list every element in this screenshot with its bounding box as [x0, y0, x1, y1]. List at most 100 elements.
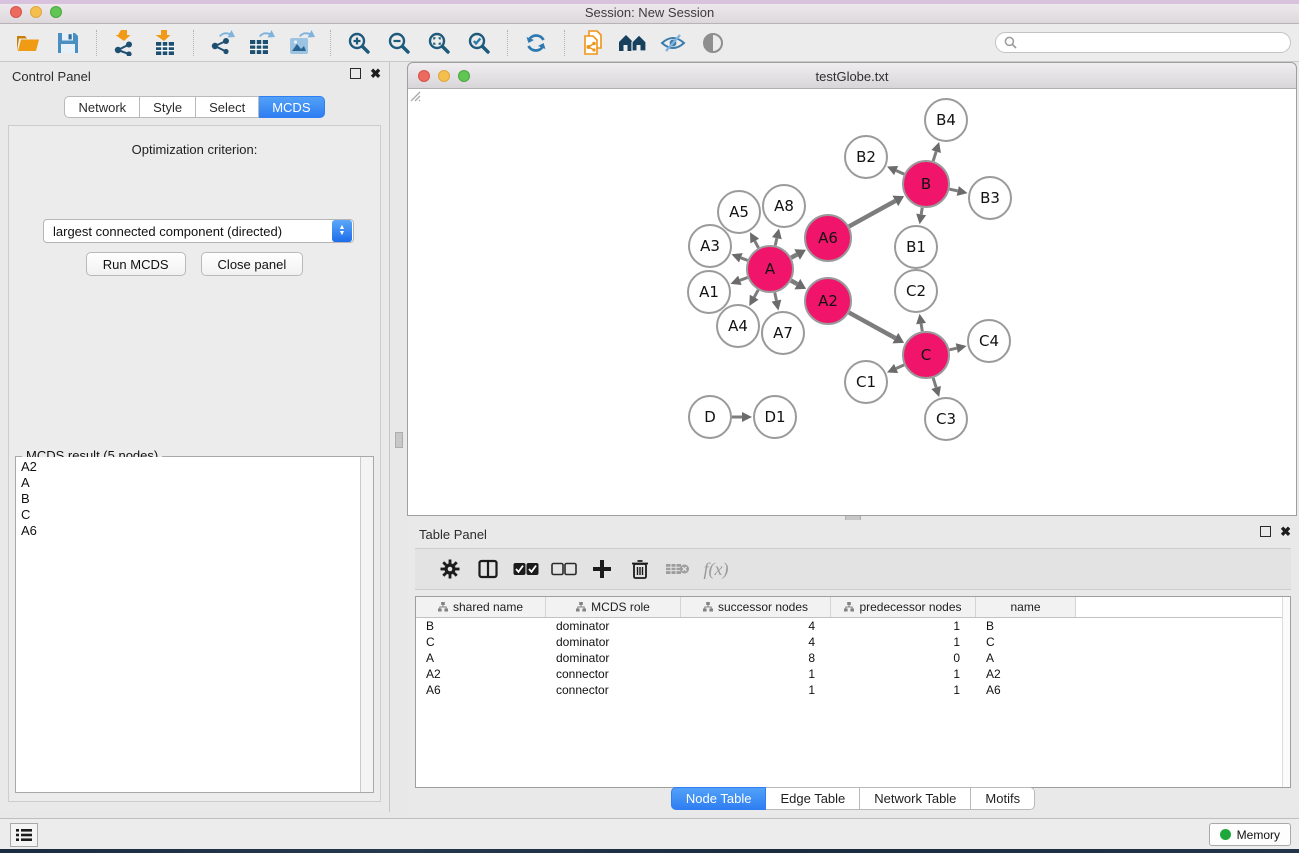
show-all-button[interactable]	[693, 27, 733, 59]
table-cell[interactable]: 0	[831, 650, 976, 666]
delete-column-button[interactable]	[621, 553, 659, 585]
zoom-selected-button[interactable]	[459, 27, 499, 59]
table-row[interactable]: Cdominator41C	[416, 634, 1290, 650]
table-cell[interactable]: 4	[681, 634, 831, 650]
table-cell[interactable]: B	[416, 618, 546, 634]
table-cell[interactable]: connector	[546, 666, 681, 682]
table-cell[interactable]: B	[976, 618, 1076, 634]
table-cell[interactable]: 1	[831, 682, 976, 698]
hide-selected-button[interactable]	[653, 27, 693, 59]
table-cell[interactable]: dominator	[546, 634, 681, 650]
edge-A-A1[interactable]	[740, 277, 748, 280]
table-tab-network-table[interactable]: Network Table	[860, 787, 971, 810]
table-cell[interactable]: A	[976, 650, 1076, 666]
open-file-button[interactable]	[8, 27, 48, 59]
splitter-handle[interactable]	[395, 432, 403, 448]
table-cell[interactable]: 1	[831, 634, 976, 650]
edge-C-C1[interactable]	[896, 365, 904, 369]
table-cell[interactable]: C	[416, 634, 546, 650]
edge-C-C2[interactable]	[921, 324, 922, 332]
result-item[interactable]: B	[21, 491, 355, 507]
edge-A-A5[interactable]	[755, 241, 759, 248]
control-tab-mcds[interactable]: MCDS	[259, 96, 324, 118]
control-tab-network[interactable]: Network	[64, 96, 140, 118]
select-all-button[interactable]	[507, 553, 545, 585]
first-neighbors-button[interactable]	[613, 27, 653, 59]
edge-B-B4[interactable]	[933, 151, 936, 161]
show-panels-button[interactable]	[10, 823, 38, 847]
edge-A2-C[interactable]	[849, 313, 895, 339]
edge-C-C4[interactable]	[949, 348, 956, 350]
run-mcds-button[interactable]: Run MCDS	[86, 252, 186, 276]
result-list-scrollbar[interactable]	[360, 457, 373, 792]
edge-A-A4[interactable]	[754, 290, 758, 297]
table-cell[interactable]: connector	[546, 682, 681, 698]
column-header-name[interactable]: name	[976, 597, 1076, 617]
resize-grip-icon[interactable]	[408, 89, 421, 102]
result-item[interactable]: A2	[21, 459, 355, 475]
refresh-button[interactable]	[516, 27, 556, 59]
table-cell[interactable]: 8	[681, 650, 831, 666]
table-settings-button[interactable]	[431, 553, 469, 585]
export-image-button[interactable]	[282, 27, 322, 59]
column-visibility-button[interactable]	[469, 553, 507, 585]
float-panel-icon[interactable]	[350, 68, 361, 79]
node-table[interactable]: shared nameMCDS rolesuccessor nodesprede…	[415, 596, 1291, 788]
zoom-fit-button[interactable]	[419, 27, 459, 59]
float-panel-icon[interactable]	[1260, 526, 1271, 537]
table-tab-edge-table[interactable]: Edge Table	[766, 787, 860, 810]
close-panel-icon[interactable]: ✖	[1280, 526, 1291, 537]
table-row[interactable]: A6connector11A6	[416, 682, 1290, 698]
network-window-titlebar[interactable]: testGlobe.txt	[407, 62, 1297, 89]
network-graph[interactable]: B4B2BB3A5A8A6B1A3AC2A1A2A4A7C4CC1C3DD1	[408, 89, 1296, 514]
search-field[interactable]	[995, 32, 1291, 53]
edge-A-A8[interactable]	[775, 238, 777, 245]
add-column-button[interactable]	[583, 553, 621, 585]
optimization-criterion-dropdown[interactable]: largest connected component (directed) ▲…	[43, 219, 354, 243]
table-cell[interactable]: A2	[976, 666, 1076, 682]
import-table-button[interactable]	[145, 27, 185, 59]
column-header-predecessor-nodes[interactable]: predecessor nodes	[831, 597, 976, 617]
table-cell[interactable]: 1	[681, 666, 831, 682]
result-item[interactable]: A6	[21, 523, 355, 539]
edge-B-B3[interactable]	[949, 189, 957, 191]
table-cell[interactable]: dominator	[546, 618, 681, 634]
edge-B-B1[interactable]	[921, 208, 922, 215]
table-scrollbar[interactable]	[1282, 597, 1290, 787]
result-item[interactable]: C	[21, 507, 355, 523]
table-cell[interactable]: A	[416, 650, 546, 666]
edge-C-C3[interactable]	[933, 378, 936, 388]
table-cell[interactable]: A6	[976, 682, 1076, 698]
control-tab-select[interactable]: Select	[196, 96, 259, 118]
close-panel-icon[interactable]: ✖	[370, 68, 381, 79]
edge-A-A7[interactable]	[775, 293, 777, 301]
table-cell[interactable]: A6	[416, 682, 546, 698]
table-cell[interactable]: C	[976, 634, 1076, 650]
result-item[interactable]: A	[21, 475, 355, 491]
control-tab-style[interactable]: Style	[140, 96, 196, 118]
memory-button[interactable]: Memory	[1209, 823, 1291, 846]
edge-B-B2[interactable]	[896, 171, 904, 175]
table-cell[interactable]: 1	[831, 618, 976, 634]
table-row[interactable]: A2connector11A2	[416, 666, 1290, 682]
table-cell[interactable]: 4	[681, 618, 831, 634]
table-row[interactable]: Bdominator41B	[416, 618, 1290, 634]
export-network-button[interactable]	[202, 27, 242, 59]
column-header-successor-nodes[interactable]: successor nodes	[681, 597, 831, 617]
save-session-button[interactable]	[48, 27, 88, 59]
table-cell[interactable]: 1	[681, 682, 831, 698]
edge-A-A3[interactable]	[741, 258, 748, 261]
zoom-in-button[interactable]	[339, 27, 379, 59]
edge-A6-B[interactable]	[849, 201, 895, 227]
export-table-button[interactable]	[242, 27, 282, 59]
edge-A-A2[interactable]	[791, 281, 797, 284]
mcds-result-list[interactable]: A2ABCA6	[16, 457, 373, 792]
table-cell[interactable]: dominator	[546, 650, 681, 666]
import-network-button[interactable]	[105, 27, 145, 59]
column-header-MCDS-role[interactable]: MCDS role	[546, 597, 681, 617]
close-panel-button[interactable]: Close panel	[201, 252, 304, 276]
deselect-all-button[interactable]	[545, 553, 583, 585]
column-header-shared-name[interactable]: shared name	[416, 597, 546, 617]
duplicate-network-button[interactable]	[573, 27, 613, 59]
zoom-out-button[interactable]	[379, 27, 419, 59]
